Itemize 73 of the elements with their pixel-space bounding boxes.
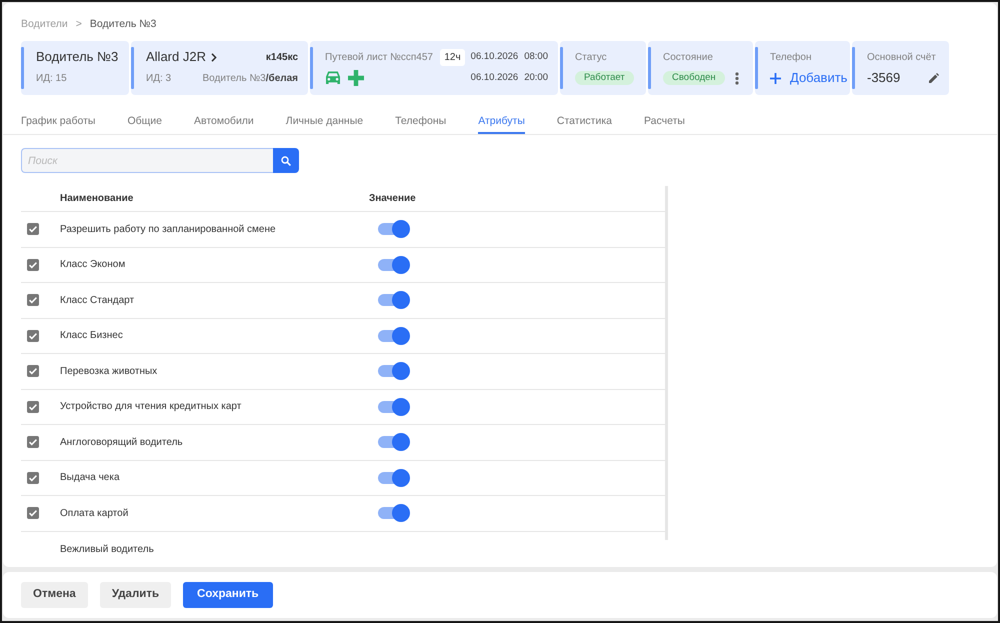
toggle-switch[interactable] [378,326,410,345]
column-header: Значение [369,192,417,206]
card-label: Статус [575,50,607,64]
checkbox[interactable] [27,294,39,306]
column-header: Наименование [60,192,134,206]
checkbox[interactable] [27,365,39,378]
attribute-name: Класс Бизнес [60,330,123,342]
delete-button[interactable]: Удалить [100,582,172,608]
end-time: 20:00 [524,70,548,85]
tab[interactable]: Автомобили [194,108,254,134]
search-icon [281,156,291,166]
attribute-name: Вежливый водитель [60,544,154,555]
car-name: Allard J2R [146,48,206,66]
chevron-icon[interactable] [210,52,217,62]
attribute-name: Класс Эконом [60,259,126,270]
pencil-icon[interactable] [929,73,939,83]
checkbox[interactable] [27,330,39,342]
car-id: ИД: 3 [146,72,172,86]
toggle-switch[interactable] [378,256,410,274]
checkbox[interactable] [27,258,39,271]
checkbox[interactable] [27,472,39,484]
driver-name: Водитель №3 [36,48,118,66]
start-date: 06.10.2026 [470,50,518,64]
tab[interactable]: Личные данные [286,108,364,134]
toggle-switch[interactable] [378,468,410,487]
attribute-name: Разрешить работу по запланированной смене [60,224,276,235]
end-date: 06.10.2026 [470,70,518,85]
add-phone-link[interactable]: Добавить [770,68,848,88]
search-field[interactable]: Поиск [21,148,273,173]
save-button[interactable]: Сохранить [183,582,273,608]
search-button[interactable] [273,148,299,173]
more-icon[interactable] [734,72,739,84]
checkbox[interactable] [27,436,39,448]
attribute-name: Устройство для чтения кредитных карт [60,401,242,412]
tab[interactable]: Статистика [556,108,612,134]
checkbox[interactable] [27,223,39,236]
toggle-switch[interactable] [378,398,410,416]
tab[interactable]: Атрибуты [478,108,525,134]
attribute-name: Класс Стандарт [60,294,134,306]
tab[interactable]: Телефоны [395,108,446,134]
tab[interactable]: Общие [127,108,162,134]
attribute-name: Оплата картой [60,508,128,519]
checkbox[interactable] [27,507,39,520]
breadcrumb-current: Водитель №3 [90,17,156,31]
tab[interactable]: Расчеты [644,108,685,134]
attribute-name: Выдача чека [60,472,120,484]
car-assignment: Водитель №3/белая [202,72,298,86]
status-badge: Свободен [663,71,725,85]
duration-badge: 12ч [440,48,465,66]
plate-number: к145кс [266,50,298,64]
cancel-button[interactable]: Отмена [21,582,88,608]
status-badge: Работает [575,71,634,85]
toggle-switch[interactable] [378,362,410,380]
attribute-name: Перевозка животных [60,366,158,377]
driver-id: ИД: 15 [36,72,67,86]
attribute-name: Англоговорящий водитель [60,436,183,448]
tab[interactable]: График работы [21,108,96,134]
toggle-switch[interactable] [378,504,410,522]
card-label: Состояние [663,50,713,64]
car-icon [325,71,341,85]
card-label: Телефон [770,50,812,64]
plus-icon [770,72,781,84]
account-balance: -3569 [867,69,900,88]
breadcrumb-separator: > [76,17,82,31]
card-label: Основной счёт [867,50,936,64]
breadcrumb-link[interactable]: Водители [21,17,68,31]
waybill-title: Путевой лист №ссп457 [325,50,434,64]
toggle-switch[interactable] [378,433,410,452]
start-time: 08:00 [524,50,548,64]
toggle-switch[interactable] [378,291,410,310]
plus-icon [348,70,364,86]
toggle-switch[interactable] [378,220,410,238]
checkbox[interactable] [27,400,39,413]
